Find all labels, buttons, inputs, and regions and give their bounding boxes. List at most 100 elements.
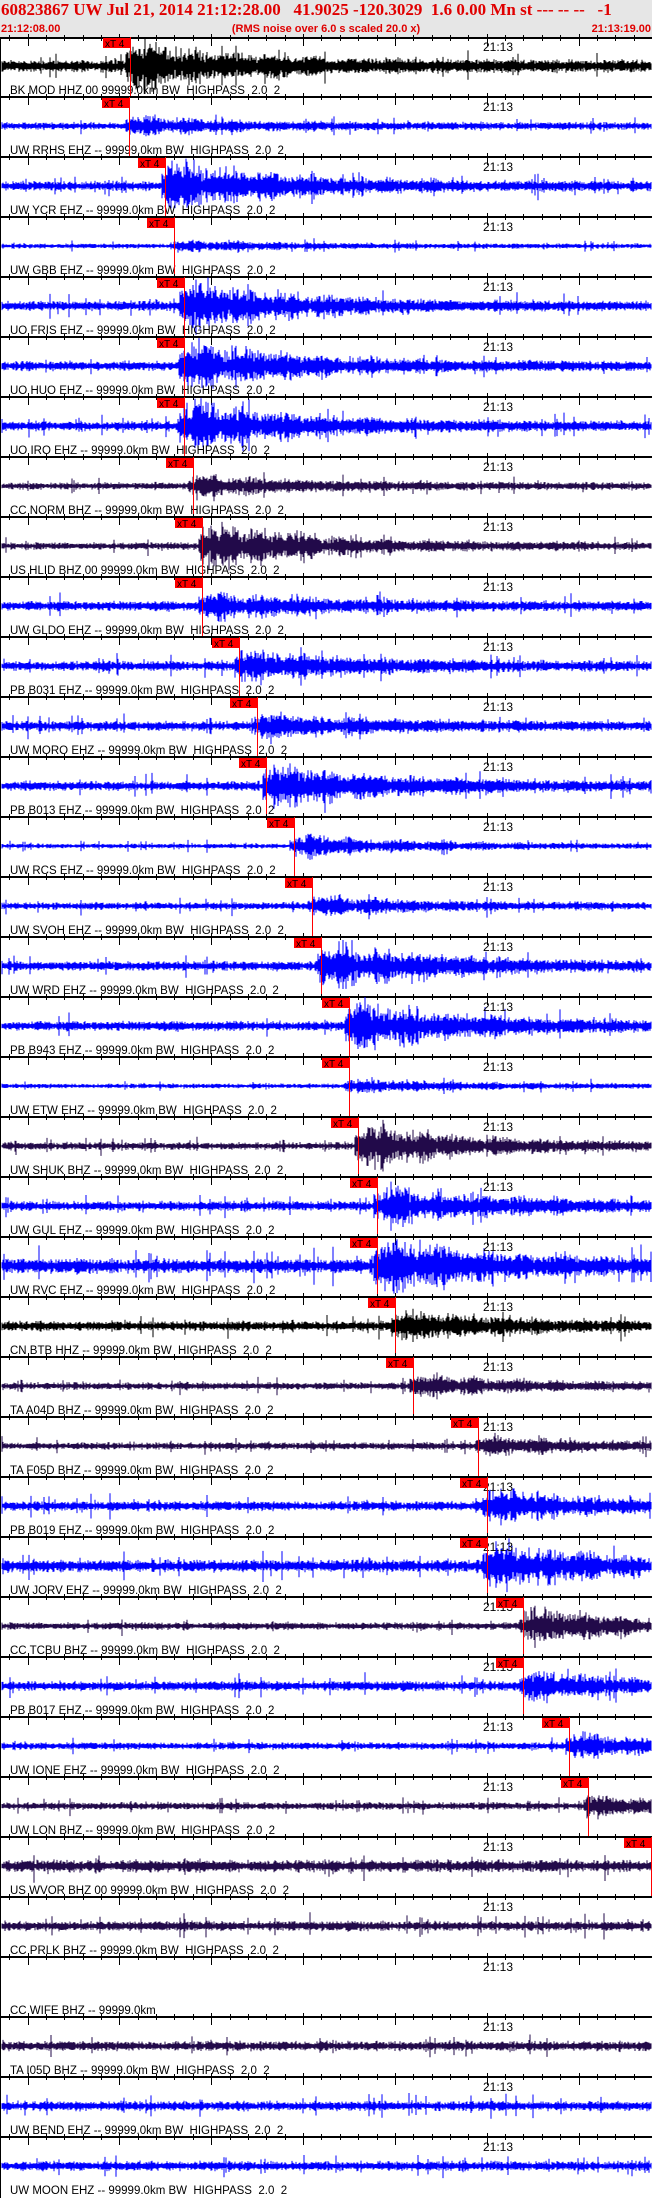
waveform (1, 1605, 652, 1648)
time-marker-label: 21:13 (483, 400, 513, 414)
trace: 21:13 UW RRHS EHZ -- 99999.0km BW HIGHPAS… (1, 97, 652, 157)
station-label: TA F05D BHZ -- 99999.0km BW HIGHPASS 2.0… (10, 1465, 274, 1477)
time-marker-label: 21:13 (483, 1000, 513, 1014)
waveform (1, 338, 652, 390)
station-label: UW SHUK BHZ -- 99999.0km BW HIGHPASS 2.0… (10, 1165, 283, 1177)
time-marker-label: 21:13 (483, 460, 513, 474)
trace: 21:13 TA F05D BHZ -- 99999.0km BW HIGHPAS… (1, 1417, 652, 1477)
time-marker-label: 21:13 (483, 40, 513, 54)
station-label: UW GLDO EHZ -- 99999.0km BW HIGHPASS 2.0… (10, 625, 284, 637)
time-marker-label: 21:13 (483, 880, 513, 894)
pick-label: xT 4 (159, 279, 179, 290)
trace: 21:13 PB B943 EHZ -- 99999.0km BW HIGHPAS… (1, 997, 652, 1057)
waveform (1, 647, 652, 686)
waveform (1, 711, 652, 745)
trace: 21:13 PB B013 EHZ -- 99999.0km BW HIGHPAS… (1, 757, 652, 817)
station-label: UO HUO EHZ -- 99999.0km BW HIGHPASS 2.0 … (10, 385, 275, 397)
trace: 21:13PB B017 EHZ -- 99999.0km BW HIGHPAS… (1, 1657, 652, 1717)
station-label: CN BTB HHZ -- 99999.0km BW HIGHPASS 2.0 … (10, 1345, 272, 1357)
trace: 21:13UW JORV EHZ -- 99999.0km BW HIGHPAS… (1, 1537, 652, 1597)
pick-label: xT 4 (168, 459, 188, 470)
pick-label: xT 4 (105, 39, 125, 50)
pick-label: xT 4 (104, 99, 124, 110)
station-label: UW SVOH EHZ -- 99999.0km BW HIGHPASS 2.0… (10, 925, 284, 937)
trace: 21:13TA I05D BHZ -- 99999.0km BW HIGHPAS… (1, 2020, 652, 2077)
trace: 21:13 CC WIFE BHZ -- 99999.0km (10, 1960, 513, 2017)
waveform (1, 1077, 652, 1094)
time-marker-label: 21:13 (483, 160, 513, 174)
trace: 21:13 UW IONE EHZ -- 99999.0km BW HIGHPAS… (1, 1717, 652, 1777)
time-marker-label: 21:13 (483, 220, 513, 234)
station-label: UW RRHS EHZ -- 99999.0km BW HIGHPASS 2.0… (10, 145, 284, 157)
time-marker-label: 21:13 (483, 1780, 513, 1794)
trace: 21:13 UW YCR EHZ -- 99999.0km BW HIGHPASS… (1, 157, 652, 217)
trace: 21:13UO IRO EHZ -- 99999.0km BW HIGHPASS… (1, 397, 652, 457)
waveform (1, 940, 652, 989)
pick-label: xT 4 (296, 939, 316, 950)
station-label: UW RVC EHZ -- 99999.0km BW HIGHPASS 2.0 … (10, 1285, 275, 1297)
pick-label: xT 4 (177, 579, 197, 590)
pick-label: xT 4 (177, 519, 197, 530)
pick-label: xT 4 (140, 159, 160, 170)
pick-label: xT 4 (498, 1659, 518, 1670)
waveform (1, 833, 652, 860)
time-marker-label: 21:13 (483, 640, 513, 654)
time-marker-label: 21:13 (483, 2020, 513, 2034)
waveform (1, 1372, 652, 1400)
trace: 21:13 UW SVOH EHZ -- 99999.0km BW HIGHPAS… (1, 877, 652, 937)
trace: 21:13 UW WRD EHZ -- 99999.0km BW HIGHPASS… (1, 937, 652, 997)
trace: 21:13 UO FRIS EHZ -- 99999.0km BW HIGHPAS… (1, 277, 652, 337)
pick-label: xT 4 (462, 1479, 482, 1490)
time-marker-label: 21:13 (483, 1060, 513, 1074)
waveform (1, 521, 652, 571)
station-label: UW GBB EHZ -- 99999.0km BW HIGHPASS 2.0 … (10, 265, 276, 277)
station-label: BK MOD HHZ 00 99999.0km BW HIGHPASS 2.0 … (10, 85, 280, 97)
station-label: PB B019 EHZ -- 99999.0km BW HIGHPASS 2.0… (10, 1525, 274, 1537)
trace: 21:13CC TCBU BHZ -- 99999.0km BW HIGHPAS… (1, 1597, 652, 1657)
station-label: UW YCR EHZ -- 99999.0km BW HIGHPASS 2.0 … (10, 205, 275, 217)
pick-label: xT 4 (324, 1059, 344, 1070)
time-marker-label: 21:13 (483, 1960, 513, 1974)
waveform (1, 1119, 652, 1172)
pick-label: xT 4 (563, 1779, 583, 1790)
trace: 21:13 PB B031 EHZ -- 99999.0km BW HIGHPAS… (1, 637, 652, 697)
waveform (1, 1912, 652, 1940)
trace: 21:13 US HLID BHZ 00 99999.0km BW HIGHPAS… (1, 517, 652, 577)
station-label: US HLID BHZ 00 99999.0km BW HIGHPASS 2.0… (10, 565, 280, 577)
station-label: PB B013 EHZ -- 99999.0km BW HIGHPASS 2.0… (10, 805, 274, 817)
trace: 21:13 US WVOR BHZ 00 99999.0km BW HIGHPAS… (1, 1837, 652, 1897)
waveform (1, 591, 652, 622)
pick-label: xT 4 (352, 1239, 372, 1250)
trace: 21:13 UW ETW EHZ -- 99999.0km BW HIGHPASS… (1, 1057, 652, 1117)
waveform (1, 158, 652, 209)
waveform (1, 894, 652, 920)
pick-label: xT 4 (214, 639, 234, 650)
time-marker-label: 21:13 (483, 820, 513, 834)
time-marker-label: 21:13 (483, 1120, 513, 1134)
waveform (1, 238, 652, 253)
trace: 21:13PB B019 EHZ -- 99999.0km BW HIGHPAS… (1, 1477, 652, 1537)
pick-label: xT 4 (159, 339, 179, 350)
time-marker-label: 21:13 (483, 1180, 513, 1194)
trace: 21:13 UW GLDO EHZ -- 99999.0km BW HIGHPAS… (1, 577, 652, 637)
trace: 21:13 CN BTB HHZ -- 99999.0km BW HIGHPASS… (1, 1297, 652, 1357)
station-label: UW WRD EHZ -- 99999.0km BW HIGHPASS 2.0 … (10, 985, 279, 997)
pick-label: xT 4 (352, 1179, 372, 1190)
trace: 21:13 UW BEND EHZ -- 99999.0km BW HIGHPAS… (1, 2080, 652, 2137)
station-label: UW RCS EHZ -- 99999.0km BW HIGHPASS 2.0 … (10, 865, 276, 877)
trace: 21:13 UW RCS EHZ -- 99999.0km BW HIGHPASS… (1, 817, 652, 877)
station-label: CC WIFE BHZ -- 99999.0km (10, 2005, 156, 2017)
time-marker-label: 21:13 (483, 2140, 513, 2154)
time-marker-label: 21:13 (483, 1360, 513, 1374)
station-label: UW MORO EHZ -- 99999.0km BW HIGHPASS 2.0… (10, 745, 287, 757)
waveform (1, 2093, 652, 2119)
station-label: UW ETW EHZ -- 99999.0km BW HIGHPASS 2.0 … (10, 1105, 277, 1117)
waveform (1, 1181, 652, 1231)
time-marker-label: 21:13 (483, 1840, 513, 1854)
trace: 21:13 UW LON BHZ -- 99999.0km BW HIGHPASS… (1, 1777, 652, 1837)
station-label: UW MOON EHZ -- 99999.0km BW HIGHPASS 2.0… (10, 2185, 287, 2197)
station-label: PB B017 EHZ -- 99999.0km BW HIGHPASS 2.0… (10, 1705, 274, 1717)
pick-label: xT 4 (388, 1359, 408, 1370)
trace: 21:13 UW RVC EHZ -- 99999.0km BW HIGHPASS… (1, 1237, 652, 1297)
pick-label: xT 4 (269, 819, 289, 830)
